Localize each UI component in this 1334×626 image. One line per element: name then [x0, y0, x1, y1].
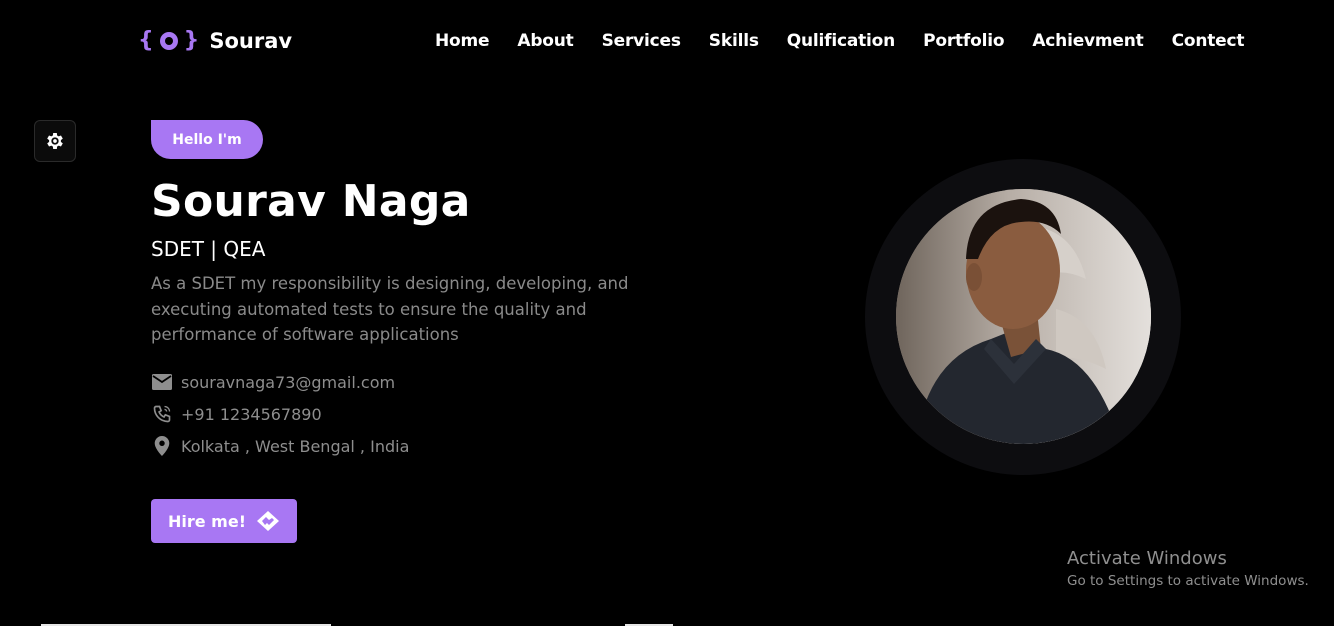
profile-photo: [896, 189, 1151, 444]
nav-contact[interactable]: Contect: [1172, 31, 1245, 51]
contact-email[interactable]: souravnaga73@gmail.com: [151, 366, 409, 398]
nav-services[interactable]: Services: [602, 31, 681, 51]
contact-email-text: souravnaga73@gmail.com: [181, 372, 396, 392]
mail-icon: [151, 371, 173, 393]
hero-role: SDET | QEA: [151, 237, 266, 261]
logo-text: Sourav: [209, 28, 293, 53]
phone-icon: [151, 403, 173, 425]
site-logo[interactable]: { } Sourav: [138, 28, 292, 53]
hire-me-label: Hire me!: [167, 511, 246, 531]
contact-phone-text: +91 1234567890: [181, 404, 322, 424]
contact-location: Kolkata , West Bengal , India: [151, 430, 409, 462]
greeting-badge: Hello I'm: [151, 120, 263, 159]
activate-windows-watermark: Activate Windows Go to Settings to activ…: [1067, 548, 1309, 589]
nav-qualification[interactable]: Qulification: [787, 31, 896, 51]
contact-phone[interactable]: +91 1234567890: [151, 398, 409, 430]
gear-icon: [47, 133, 63, 149]
logo-right-brace: }: [183, 28, 200, 53]
contact-location-text: Kolkata , West Bengal , India: [181, 436, 410, 456]
watermark-title: Activate Windows: [1067, 548, 1227, 569]
nav-portfolio[interactable]: Portfolio: [923, 31, 1004, 51]
main-nav: Home About Services Skills Qulification …: [435, 31, 1245, 51]
hero-description: As a SDET my responsibility is designing…: [151, 274, 629, 344]
location-pin-icon: [151, 435, 173, 457]
logo-left-brace: {: [138, 28, 154, 53]
hero-name: Sourav Naga: [151, 176, 471, 227]
logo-head-icon: [159, 31, 178, 50]
nav-home[interactable]: Home: [435, 31, 490, 51]
nav-achievement[interactable]: Achievment: [1032, 31, 1143, 51]
handshake-icon: [257, 511, 279, 531]
hire-me-button[interactable]: Hire me!: [151, 499, 297, 543]
nav-about[interactable]: About: [517, 31, 573, 51]
watermark-subtitle: Go to Settings to activate Windows.: [1067, 573, 1309, 589]
nav-skills[interactable]: Skills: [709, 31, 759, 51]
settings-button[interactable]: [34, 120, 76, 162]
contact-list: souravnaga73@gmail.com +91 1234567890 Ko…: [151, 366, 409, 462]
